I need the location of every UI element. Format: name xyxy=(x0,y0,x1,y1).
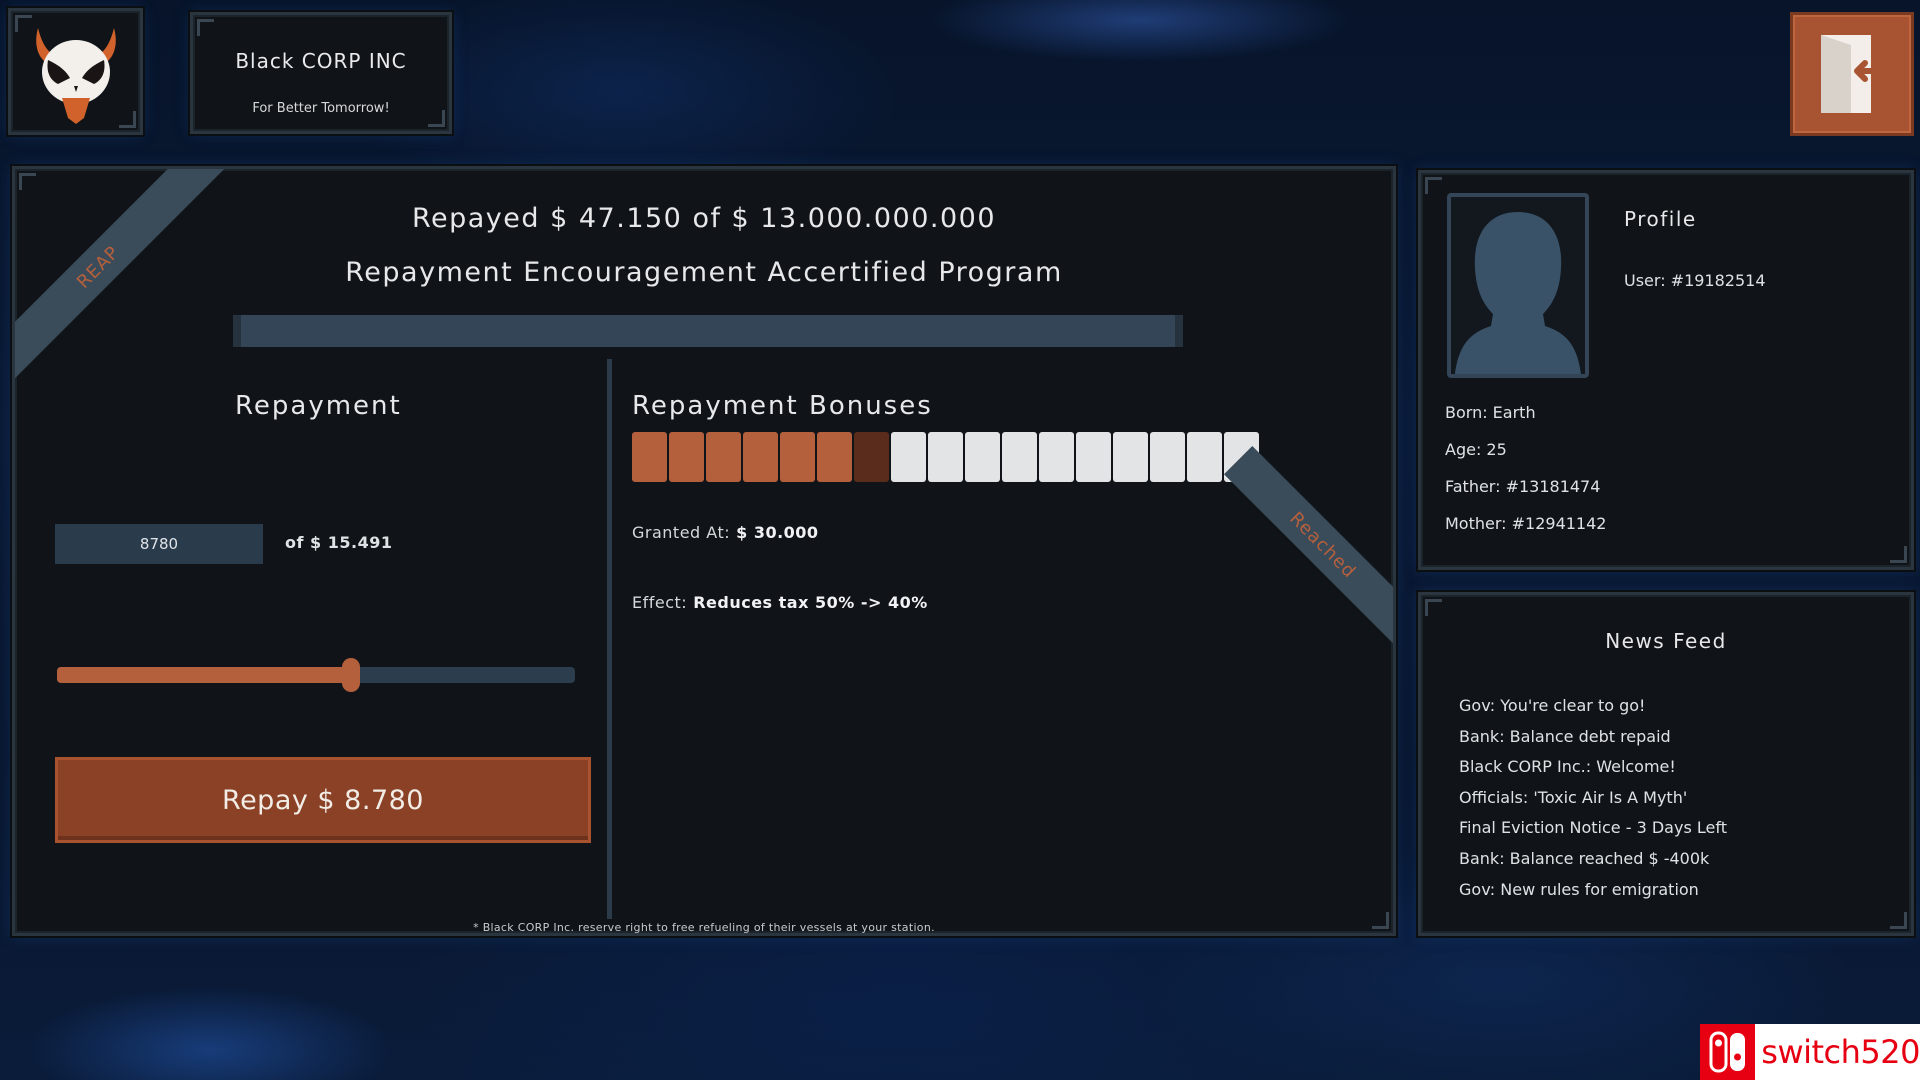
repayment-amount-max: of $ 15.491 xyxy=(285,533,393,552)
bonus-progress-blocks xyxy=(632,432,1259,482)
bonus-block-filled xyxy=(780,432,815,482)
bonus-block-empty xyxy=(928,432,963,482)
profile-age: Age: 25 xyxy=(1445,440,1507,459)
watermark-text: switch520 xyxy=(1761,1033,1920,1071)
slider-thumb[interactable] xyxy=(341,658,360,692)
effect-value: Reduces tax 50% -> 40% xyxy=(693,593,928,612)
exit-button[interactable] xyxy=(1790,12,1914,136)
profile-panel: Profile User: #19182514 Born: Earth Age:… xyxy=(1418,170,1914,570)
news-item[interactable]: Bank: Balance debt repaid xyxy=(1459,722,1727,753)
person-silhouette-icon xyxy=(1455,212,1581,374)
profile-father: Father: #13181474 xyxy=(1445,477,1601,496)
company-tagline: For Better Tomorrow! xyxy=(252,101,390,116)
nintendo-switch-logo-icon xyxy=(1700,1024,1756,1080)
company-box: Black CORP INC For Better Tomorrow! xyxy=(190,12,452,134)
profile-user-id: User: #19182514 xyxy=(1624,271,1766,290)
news-item[interactable]: Gov: New rules for emigration xyxy=(1459,875,1727,906)
bonus-block-filled xyxy=(706,432,741,482)
bonus-block-empty xyxy=(1039,432,1074,482)
total-repayment-progress-bar xyxy=(233,315,1183,347)
slider-fill xyxy=(57,667,351,683)
news-item[interactable]: Final Eviction Notice - 3 Days Left xyxy=(1459,813,1727,844)
bonus-block-empty xyxy=(891,432,926,482)
bonus-block-empty xyxy=(965,432,1000,482)
news-feed-panel: News Feed Gov: You're clear to go! Bank:… xyxy=(1418,592,1914,936)
bonus-block-empty xyxy=(1150,432,1185,482)
bonus-block-filled xyxy=(632,432,667,482)
reached-ribbon: Reached xyxy=(1224,446,1393,644)
news-item[interactable]: Black CORP Inc.: Welcome! xyxy=(1459,752,1727,783)
repayment-amount-slider[interactable] xyxy=(57,658,575,692)
disclaimer: * Black CORP Inc. reserve right to free … xyxy=(473,921,935,934)
profile-avatar xyxy=(1447,193,1589,378)
news-feed-heading: News Feed xyxy=(1605,629,1727,653)
company-name: Black CORP INC xyxy=(235,49,407,73)
profile-heading: Profile xyxy=(1624,207,1697,231)
news-item[interactable]: Bank: Balance reached $ -400k xyxy=(1459,844,1727,875)
bonus-block-empty xyxy=(1113,432,1148,482)
devil-skull-icon xyxy=(35,27,116,124)
reached-ribbon-label: Reached xyxy=(1285,507,1361,583)
repay-button[interactable]: Repay $ 8.780 xyxy=(55,757,591,843)
granted-value: $ 30.000 xyxy=(736,523,819,542)
repayment-heading: Repayment xyxy=(235,391,402,421)
bonus-effect-line: Effect: Reduces tax 50% -> 40% xyxy=(632,593,928,612)
watermark: switch520 xyxy=(1700,1024,1920,1080)
bonuses-heading: Repayment Bonuses xyxy=(632,391,933,421)
bonus-block-empty xyxy=(1002,432,1037,482)
effect-label: Effect: xyxy=(632,593,688,612)
granted-label: Granted At: xyxy=(632,523,731,542)
bonus-block-empty xyxy=(1187,432,1222,482)
bonus-block-filled xyxy=(817,432,852,482)
news-list: Gov: You're clear to go! Bank: Balance d… xyxy=(1459,691,1727,905)
profile-mother: Mother: #12941142 xyxy=(1445,514,1607,533)
exit-door-icon xyxy=(1821,35,1882,113)
news-item[interactable]: Gov: You're clear to go! xyxy=(1459,691,1727,722)
bonus-block-filled xyxy=(743,432,778,482)
column-divider xyxy=(607,359,612,919)
main-panel: REAP Repayed $ 47.150 of $ 13.000.000.00… xyxy=(12,166,1396,936)
program-title: Repayment Encouragement Accertified Prog… xyxy=(345,257,1063,288)
profile-born: Born: Earth xyxy=(1445,403,1536,422)
bonus-granted-line: Granted At: $ 30.000 xyxy=(632,523,819,542)
logo-box xyxy=(8,8,143,135)
bonus-block-empty xyxy=(1076,432,1111,482)
bonus-block-filled xyxy=(669,432,704,482)
repayed-summary: Repayed $ 47.150 of $ 13.000.000.000 xyxy=(411,203,997,234)
news-item[interactable]: Officials: 'Toxic Air Is A Myth' xyxy=(1459,783,1727,814)
repayment-amount-input[interactable] xyxy=(55,524,263,564)
bonus-block-current xyxy=(854,432,889,482)
